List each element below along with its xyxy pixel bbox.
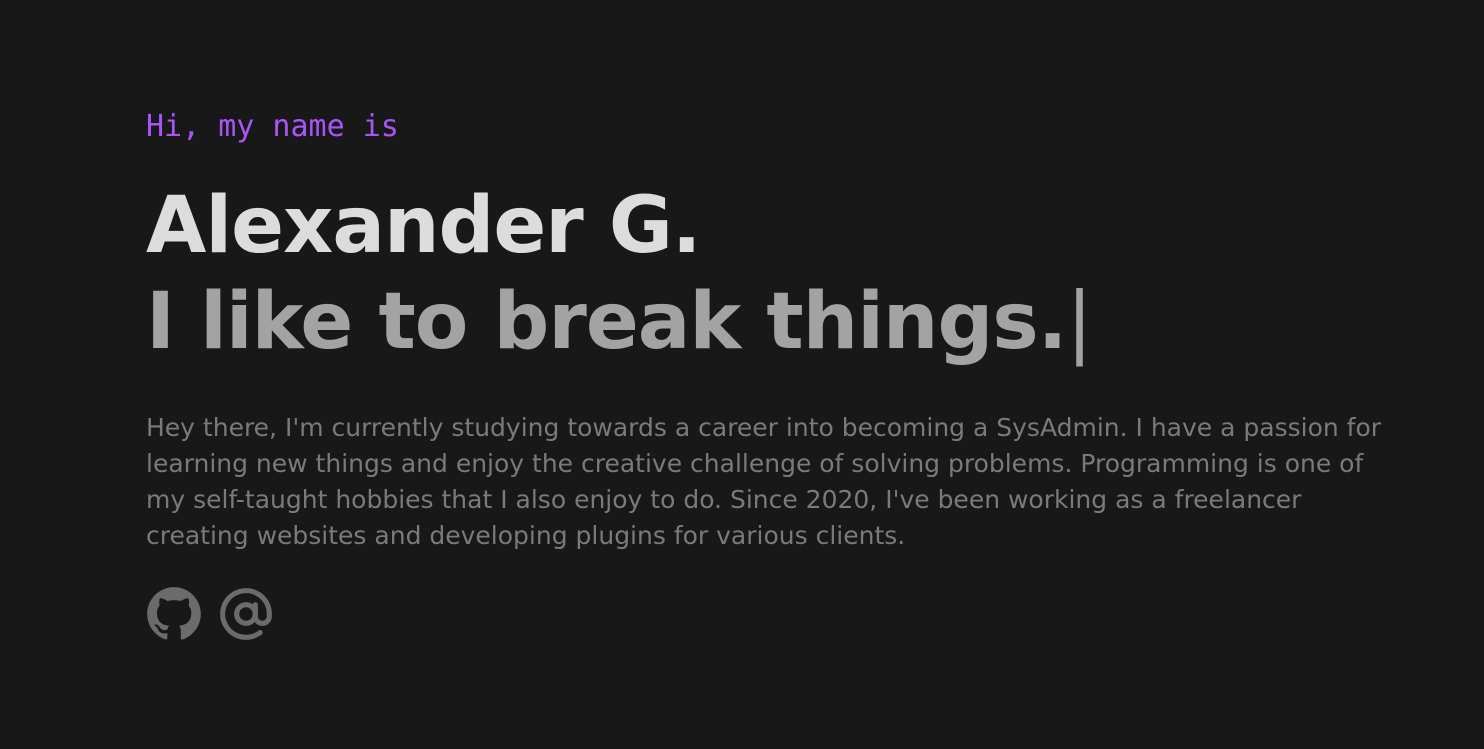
typing-cursor: | <box>1066 277 1092 367</box>
github-link[interactable] <box>146 586 202 642</box>
name-heading: Alexander G. <box>146 181 702 271</box>
tagline-text: I like to break things. <box>146 277 1067 367</box>
greeting-text: Hi, my name is <box>146 109 399 144</box>
github-icon <box>147 587 201 640</box>
bio-paragraph: Hey there, I'm currently studying toward… <box>146 413 1382 550</box>
email-link[interactable] <box>218 586 274 642</box>
social-links <box>146 586 1406 642</box>
hero-section: Hi, my name is Alexander G. I like to br… <box>146 100 1406 642</box>
tagline-heading: I like to break things.| <box>146 274 1406 370</box>
at-sign-icon <box>220 588 272 640</box>
